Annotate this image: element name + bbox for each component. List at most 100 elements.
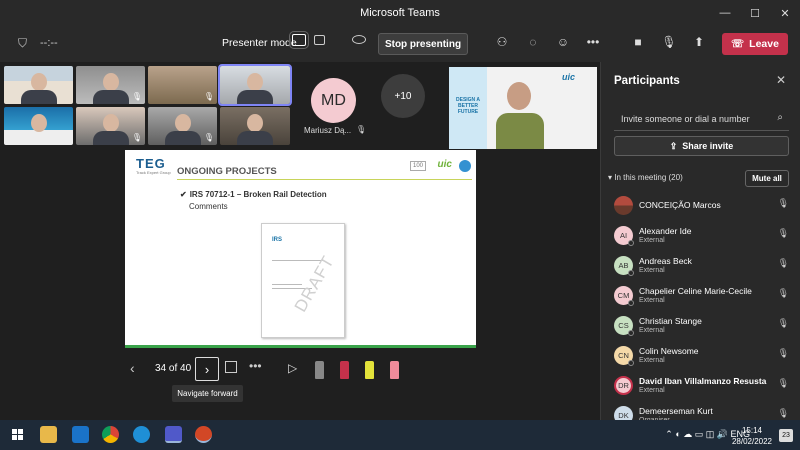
pen-gray-icon[interactable] — [315, 361, 324, 379]
participant-row[interactable]: CN Colin Newsome External 🎙︎ — [601, 342, 800, 372]
share-invite-button[interactable]: ⇪ Share invite — [614, 136, 789, 156]
uic-logo: uic — [561, 72, 575, 82]
video-tile[interactable]: 🎙︎ — [76, 66, 145, 104]
banner-text: DESIGN A BETTER FUTURE — [456, 97, 480, 115]
participant-body — [164, 131, 201, 145]
presenter-mode-standout-icon[interactable] — [314, 35, 325, 45]
clock-date: 28/02/2022 — [731, 437, 772, 446]
mic-muted-icon[interactable]: 🎙︎ — [661, 34, 677, 50]
participant-role: External — [639, 387, 665, 394]
participant-name: Colin Newsome — [639, 346, 699, 356]
participant-role: External — [639, 267, 665, 274]
reactions-icon[interactable]: ☺ — [555, 34, 571, 50]
mic-icon[interactable]: 🎙︎ — [778, 378, 789, 389]
video-tile[interactable] — [4, 107, 73, 145]
window-title: Microsoft Teams — [360, 7, 440, 19]
tooltip: Navigate forward — [172, 385, 243, 402]
participant-row[interactable]: CS Christian Stange External 🎙︎ — [601, 312, 800, 342]
mic-muted-icon: 🎙︎ — [356, 125, 367, 134]
status-dot — [628, 300, 634, 306]
irs-logo: IRS — [272, 237, 283, 243]
video-tile[interactable] — [4, 66, 73, 104]
heading-underline — [177, 179, 472, 180]
participant-name: Demeerseman Kurt — [639, 406, 713, 416]
eraser-icon[interactable] — [390, 361, 399, 379]
navigate-forward-button[interactable]: › — [195, 357, 219, 381]
participant-face — [247, 72, 263, 91]
more-options-icon[interactable]: ••• — [585, 34, 601, 50]
clock[interactable]: 15:14 28/02/2022 — [732, 425, 772, 447]
participants-panel: Participants ✕ Invite someone or dial a … — [600, 62, 800, 425]
meeting-timer: --:-- — [40, 37, 58, 49]
participant-row[interactable]: CM Chapelier Celine Marie-Cecile Externa… — [601, 282, 800, 312]
slide-bullet: ✔ IRS 70712-1 – Broken Rail Detection — [180, 190, 327, 199]
mic-muted-icon: 🎙︎ — [203, 133, 214, 142]
participant-name: Chapelier Celine Marie-Cecile — [639, 286, 752, 296]
invite-input[interactable]: Invite someone or dial a number ⌕ — [614, 107, 789, 131]
video-tile[interactable]: 🎙︎ — [148, 66, 217, 104]
chat-icon[interactable]: ◌ — [525, 34, 541, 50]
mic-muted-icon: 🎙︎ — [131, 92, 142, 101]
uic-logo: uic — [437, 159, 452, 170]
participant-role: External — [639, 357, 665, 364]
more-icon[interactable]: ••• — [249, 359, 262, 373]
powerpoint-icon[interactable] — [195, 426, 212, 443]
mic-icon[interactable]: 🎙︎ — [778, 408, 789, 419]
slide-subtext: Comments — [189, 202, 228, 211]
active-speaker-video[interactable]: DESIGN A BETTER FUTURE uic — [449, 67, 597, 149]
in-meeting-header[interactable]: ▾ In this meeting (20) — [608, 173, 683, 182]
participant-avatar-md[interactable]: MD — [311, 78, 356, 123]
close-window-button[interactable]: ✕ — [770, 0, 800, 26]
minimize-button[interactable]: — — [710, 0, 740, 26]
video-tile[interactable]: 🎙︎ — [76, 107, 145, 145]
highlighter-icon[interactable] — [365, 361, 374, 379]
speaker-body — [496, 113, 544, 149]
camera-icon[interactable]: ■ — [630, 34, 646, 50]
teams-icon[interactable] — [165, 426, 182, 443]
participant-row[interactable]: CONCEIÇÃO Marcos 🎙︎ — [601, 192, 800, 222]
navigate-back-button[interactable]: ‹ — [130, 360, 135, 376]
mic-muted-icon[interactable]: 🎙︎ — [778, 348, 789, 359]
close-icon[interactable]: ✕ — [776, 73, 786, 87]
chrome-icon[interactable] — [102, 426, 119, 443]
shield-icon[interactable]: ⛉ — [18, 36, 27, 51]
more-participants-button[interactable]: +10 — [381, 74, 425, 118]
mic-muted-icon[interactable]: 🎙︎ — [778, 228, 789, 239]
search-icon[interactable]: ⌕ — [777, 112, 783, 123]
participant-row[interactable]: AI Alexander Ide External 🎙︎ — [601, 222, 800, 252]
stop-presenting-button[interactable]: Stop presenting — [378, 33, 468, 55]
title-bar: Microsoft Teams — ☐ ✕ — [0, 0, 800, 26]
leave-button[interactable]: ☏ Leave — [722, 33, 788, 55]
background-banner: DESIGN A BETTER FUTURE — [449, 67, 487, 149]
bullet-text: IRS 70712-1 – Broken Rail Detection — [189, 190, 327, 199]
mute-all-button[interactable]: Mute all — [745, 170, 789, 187]
laser-pointer-icon[interactable]: ▷ — [288, 361, 297, 375]
windows-start-icon[interactable] — [12, 429, 23, 440]
video-tile[interactable]: 🎙︎ — [148, 107, 217, 145]
participant-row[interactable]: AB Andreas Beck External 🎙︎ — [601, 252, 800, 282]
presenter-mode-content-icon[interactable] — [289, 31, 309, 49]
outlook-icon[interactable] — [72, 426, 89, 443]
file-explorer-icon[interactable] — [40, 426, 57, 443]
participant-name: Andreas Beck — [639, 256, 692, 266]
checkmark-icon: ✔ — [180, 190, 187, 199]
grid-view-icon[interactable] — [225, 361, 237, 373]
pen-red-icon[interactable] — [340, 361, 349, 379]
mic-muted-icon[interactable]: 🎙︎ — [778, 258, 789, 269]
video-tile-active[interactable] — [218, 64, 292, 106]
participant-row[interactable]: DR David Iban Villalmanzo Resusta Extern… — [601, 372, 800, 402]
participant-name: David Iban Villalmanzo Resusta — [639, 376, 767, 386]
teg-logo: TEG — [136, 156, 166, 171]
notification-badge[interactable]: 23 — [779, 429, 793, 442]
maximize-button[interactable]: ☐ — [740, 0, 770, 26]
share-tray-icon[interactable]: ⬆ — [691, 34, 707, 50]
edge-icon[interactable] — [133, 426, 150, 443]
mic-muted-icon[interactable]: 🎙︎ — [778, 198, 789, 209]
eye-icon[interactable] — [352, 35, 366, 44]
slide-heading: ONGOING PROJECTS — [177, 166, 277, 177]
video-tile[interactable] — [220, 107, 290, 145]
participant-face — [102, 113, 119, 132]
mic-muted-icon[interactable]: 🎙︎ — [778, 288, 789, 299]
mic-muted-icon[interactable]: 🎙︎ — [778, 318, 789, 329]
people-icon[interactable]: ⚇ — [494, 34, 510, 50]
